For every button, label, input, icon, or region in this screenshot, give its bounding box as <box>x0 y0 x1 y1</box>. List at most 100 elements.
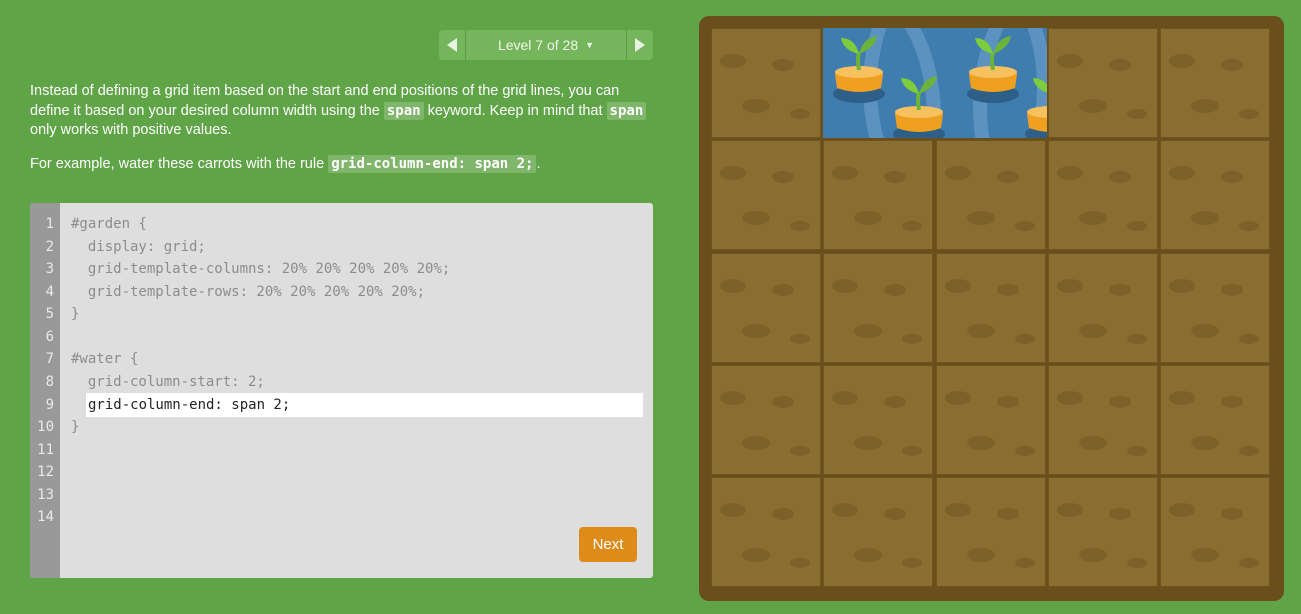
soil-spot <box>1127 221 1147 231</box>
garden-board <box>699 16 1284 601</box>
soil-spot <box>832 166 858 180</box>
soil-cell <box>936 140 1046 250</box>
soil-spot <box>1109 171 1131 183</box>
soil-spot <box>1239 558 1259 568</box>
soil-spot <box>742 99 770 113</box>
caret-down-icon: ▼ <box>585 40 595 50</box>
soil-spot <box>1057 166 1083 180</box>
soil-spot <box>1191 99 1219 113</box>
soil-spot <box>1127 109 1147 119</box>
level-navigation: Level 7 of 28 ▼ <box>439 30 653 60</box>
triangle-right-icon <box>635 38 645 52</box>
garden-grid <box>711 28 1272 589</box>
instruction-text: . <box>536 155 541 172</box>
code-line: #water { <box>71 351 139 367</box>
code-line: grid-template-rows: 20% 20% 20% 20% 20%; <box>71 284 426 300</box>
soil-spot <box>1191 436 1219 450</box>
soil-spot <box>997 171 1019 183</box>
soil-cell <box>1160 28 1270 138</box>
soil-spot <box>790 109 810 119</box>
soil-spot <box>1191 324 1219 338</box>
soil-spot <box>1057 54 1083 68</box>
line-number-gutter: 1 2 3 4 5 6 7 8 9 10 11 12 13 14 <box>30 203 60 578</box>
level-selector[interactable]: Level 7 of 28 ▼ <box>466 30 626 60</box>
soil-spot <box>884 396 906 408</box>
soil-spot <box>945 166 971 180</box>
instructions: Instead of defining a grid item based on… <box>30 82 655 188</box>
soil-spot <box>884 508 906 520</box>
soil-cell <box>711 253 821 363</box>
soil-spot <box>1169 54 1195 68</box>
soil-spot <box>1169 166 1195 180</box>
soil-spot <box>1079 548 1107 562</box>
soil-spot <box>945 503 971 517</box>
line-number: 2 <box>45 239 54 255</box>
soil-spot <box>832 391 858 405</box>
soil-spot <box>1109 284 1131 296</box>
code-line: #garden { <box>71 216 147 232</box>
soil-spot <box>790 334 810 344</box>
soil-spot <box>1015 446 1035 456</box>
next-button[interactable]: Next <box>579 527 637 562</box>
next-level-button[interactable] <box>626 30 653 60</box>
soil-spot <box>1109 508 1131 520</box>
soil-spot <box>832 503 858 517</box>
line-number: 9 <box>45 397 54 413</box>
soil-spot <box>1127 558 1147 568</box>
triangle-left-icon <box>447 38 457 52</box>
previous-level-button[interactable] <box>439 30 466 60</box>
soil-spot <box>945 391 971 405</box>
soil-cell <box>823 140 933 250</box>
soil-spot <box>1015 558 1035 568</box>
soil-spot <box>967 548 995 562</box>
soil-cell <box>711 477 821 587</box>
soil-spot <box>1191 548 1219 562</box>
line-number: 8 <box>45 374 54 390</box>
css-code-input[interactable] <box>86 393 643 417</box>
soil-spot <box>790 221 810 231</box>
soil-spot <box>1239 109 1259 119</box>
soil-spot <box>997 508 1019 520</box>
soil-cell <box>1160 140 1270 250</box>
soil-spot <box>790 558 810 568</box>
line-number: 7 <box>45 351 54 367</box>
soil-spot <box>967 211 995 225</box>
soil-spot <box>720 503 746 517</box>
soil-spot <box>1079 324 1107 338</box>
soil-spot <box>1169 279 1195 293</box>
soil-spot <box>1239 446 1259 456</box>
soil-cell <box>823 365 933 475</box>
soil-spot <box>1015 221 1035 231</box>
soil-cell <box>936 477 1046 587</box>
instruction-text: For example, water these carrots with th… <box>30 155 329 172</box>
level-label: Level 7 of 28 <box>497 37 579 53</box>
soil-spot <box>1239 334 1259 344</box>
soil-cell <box>1048 253 1158 363</box>
soil-spot <box>720 391 746 405</box>
soil-spot <box>772 59 794 71</box>
instructions-paragraph-1: Instead of defining a grid item based on… <box>30 82 655 141</box>
soil-spot <box>1057 503 1083 517</box>
soil-spot <box>1015 334 1035 344</box>
soil-spot <box>772 171 794 183</box>
soil-spot <box>967 324 995 338</box>
soil-spot <box>832 279 858 293</box>
line-number: 14 <box>37 509 54 525</box>
soil-cell <box>1160 477 1270 587</box>
soil-spot <box>854 548 882 562</box>
soil-spot <box>854 436 882 450</box>
code-line: grid-template-columns: 20% 20% 20% 20% 2… <box>71 261 451 277</box>
soil-cell <box>1048 365 1158 475</box>
soil-spot <box>742 548 770 562</box>
soil-spot <box>902 558 922 568</box>
soil-spot <box>997 396 1019 408</box>
soil-cell <box>1160 365 1270 475</box>
soil-spot <box>1169 391 1195 405</box>
soil-cell <box>711 140 821 250</box>
carrot-icon <box>893 76 945 138</box>
code-line: } <box>71 419 80 435</box>
line-number: 5 <box>45 306 54 322</box>
soil-cell <box>1160 253 1270 363</box>
soil-cell <box>823 253 933 363</box>
inline-code-example: grid-column-end: span 2; <box>328 154 537 173</box>
